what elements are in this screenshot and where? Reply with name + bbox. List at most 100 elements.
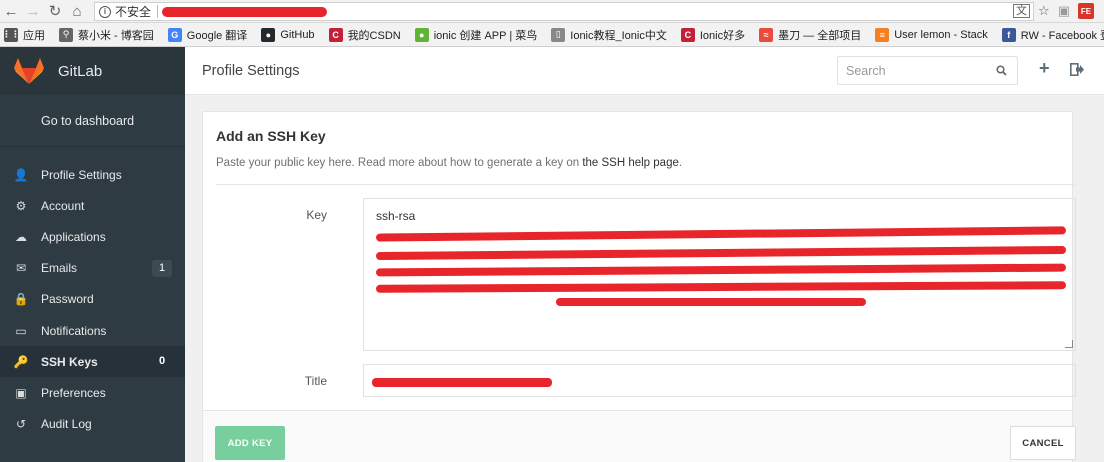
add-ssh-key-panel: Add an SSH Key Paste your public key her… — [202, 111, 1076, 462]
bookmark-label: RW - Facebook 登录 — [1020, 29, 1104, 42]
redacted-key-line — [376, 297, 1063, 315]
sidebar-item-label: Emails — [41, 261, 78, 276]
fe-extension-icon[interactable]: FE — [1078, 3, 1094, 19]
google-translate-icon: G — [167, 27, 182, 42]
panel-description: Paste your public key here. Read more ab… — [216, 157, 682, 169]
bookmark-item[interactable]: ● GitHub — [261, 27, 315, 42]
sidebar-item-label: Password — [41, 292, 94, 307]
bookmark-item[interactable]: ≡ User lemon - Stack — [875, 27, 988, 42]
sidebar-item-label: Preferences — [41, 385, 106, 400]
key-textarea[interactable]: ssh-rsa — [363, 198, 1076, 351]
sidebar-nav: 👤 Profile Settings ⚙ Account ☁ Applications ✉ E… — [0, 159, 185, 440]
brand[interactable]: GitLab — [0, 47, 185, 95]
lock-icon: 🔒 — [13, 292, 29, 307]
bookmark-item[interactable]: ≈ 墨刀 — 全部项目 — [759, 27, 861, 43]
translate-icon[interactable]: 文 — [1013, 4, 1031, 18]
bookmark-item[interactable]: ▯ Ionic教程_Ionic中文 — [551, 27, 667, 43]
address-separator — [157, 5, 159, 18]
bookmark-label: 蔡小米 - 博客园 — [78, 29, 154, 42]
bookmark-item[interactable]: ⚲ 蔡小米 - 博客园 — [59, 27, 154, 43]
panel-heading: Add an SSH Key — [216, 128, 326, 144]
sidebar-item-label: Audit Log — [41, 417, 92, 432]
image-icon: ▣ — [15, 385, 27, 400]
sidebar-item-label: Profile Settings — [41, 167, 122, 182]
sidebar-item-ssh-keys[interactable]: 🔑 SSH Keys 0 — [0, 346, 185, 378]
sidebar-item-audit-log[interactable]: ↺ Audit Log — [0, 409, 185, 440]
sidebar-item-applications[interactable]: ☁ Applications — [0, 221, 185, 252]
bookmark-item[interactable]: C 我的CSDN — [328, 27, 401, 43]
redacted-title-value — [372, 378, 552, 387]
redacted-key-line — [375, 243, 1067, 261]
ssh-help-link[interactable]: the SSH help page — [582, 157, 679, 169]
info-icon[interactable]: i — [99, 5, 111, 18]
cancel-button[interactable]: CANCEL — [1010, 426, 1076, 460]
apps-grid-icon: ⋮⋮ — [2, 27, 20, 42]
bookmark-item[interactable]: ⋮⋮ 应用 — [2, 27, 45, 43]
add-key-button[interactable]: ADD KEY — [215, 426, 285, 460]
csdn-icon: C — [680, 27, 695, 42]
sidebar-item-profile-settings[interactable]: 👤 Profile Settings — [0, 159, 185, 190]
sidebar-item-label: Applications — [41, 229, 106, 244]
bookmark-label: 应用 — [23, 29, 45, 42]
resize-handle-icon[interactable] — [1065, 340, 1073, 348]
go-to-dashboard-link[interactable]: Go to dashboard — [0, 95, 185, 147]
bookmark-label: GitHub — [280, 28, 315, 41]
search-input[interactable]: Search — [837, 56, 1018, 85]
sidebar-item-password[interactable]: 🔒 Password — [0, 284, 185, 315]
sign-out-icon[interactable] — [1070, 63, 1084, 76]
bookmark-label: Ionic好多 — [699, 29, 746, 42]
sidebar: GitLab Go to dashboard 👤 Profile Settings… — [0, 47, 185, 462]
plus-icon[interactable]: + — [1039, 59, 1050, 77]
redacted-key-line — [375, 261, 1067, 279]
bookmark-item[interactable]: C Ionic好多 — [680, 27, 746, 43]
user-icon: 👤 — [13, 167, 29, 182]
back-arrow-icon[interactable]: ← — [0, 0, 22, 22]
key-value-line: ssh-rsa — [376, 207, 1063, 225]
home-icon[interactable]: ⌂ — [66, 0, 88, 22]
forward-arrow-icon[interactable]: → — [22, 0, 44, 22]
redacted-url — [162, 6, 328, 17]
key-prefix: ssh-rsa — [376, 209, 416, 223]
envelope-icon: ✉ — [15, 261, 27, 276]
bookmark-item[interactable]: ● ionic 创建 APP | 菜鸟 — [414, 27, 537, 43]
sidebar-item-label: Notifications — [41, 323, 107, 338]
history-icon: ↺ — [15, 417, 27, 432]
star-icon[interactable]: ☆ — [1038, 3, 1050, 19]
facebook-icon: f — [1001, 27, 1016, 42]
extension-icon[interactable]: ▣ — [1058, 3, 1070, 19]
sidebar-item-emails[interactable]: ✉ Emails 1 — [0, 253, 185, 284]
runoob-icon: ● — [414, 27, 429, 42]
bookmark-item[interactable]: G Google 翻译 — [167, 27, 248, 43]
sidebar-item-notifications[interactable]: ▭ Notifications — [0, 315, 185, 346]
github-icon: ● — [261, 27, 276, 42]
sidebar-item-preferences[interactable]: ▣ Preferences — [0, 377, 185, 408]
csdn-icon: C — [328, 27, 343, 42]
redacted-key-line — [375, 279, 1067, 297]
modao-icon: ≈ — [759, 27, 774, 42]
divider — [216, 184, 1076, 185]
bookmark-icon: ⚲ — [59, 27, 73, 42]
search-placeholder: Search — [846, 63, 886, 78]
browser-toolbar: ← → ↻ ⌂ i 不安全 文 ☆ ▣ FE — [0, 0, 1104, 23]
title-input[interactable] — [363, 364, 1076, 397]
address-bar[interactable]: i 不安全 — [94, 2, 1034, 21]
bookmark-label: Ionic教程_Ionic中文 — [570, 29, 667, 42]
sidebar-item-label: Account — [41, 198, 85, 213]
page-title: Profile Settings — [202, 63, 300, 79]
bookmark-label: Google 翻译 — [186, 29, 248, 42]
bookmark-item[interactable]: f RW - Facebook 登录 — [1001, 27, 1104, 43]
page-icon: ▯ — [551, 27, 566, 42]
browser-actions: 文 ☆ ▣ FE — [1013, 3, 1094, 19]
reload-icon[interactable]: ↻ — [44, 0, 66, 22]
count-badge: 1 — [152, 259, 172, 277]
sidebar-item-label: SSH Keys — [41, 354, 98, 369]
security-label: 不安全 — [115, 5, 152, 19]
bookmark-label: User lemon - Stack — [894, 28, 988, 41]
bookmark-label: 墨刀 — 全部项目 — [778, 29, 862, 42]
gitlab-logo-icon — [14, 58, 44, 84]
search-icon — [996, 65, 1007, 76]
sidebar-item-account[interactable]: ⚙ Account — [0, 190, 185, 221]
gear-icon: ⚙ — [15, 198, 27, 213]
description-text: Paste your public key here. Read more ab… — [216, 157, 583, 169]
brand-name: GitLab — [58, 62, 103, 80]
